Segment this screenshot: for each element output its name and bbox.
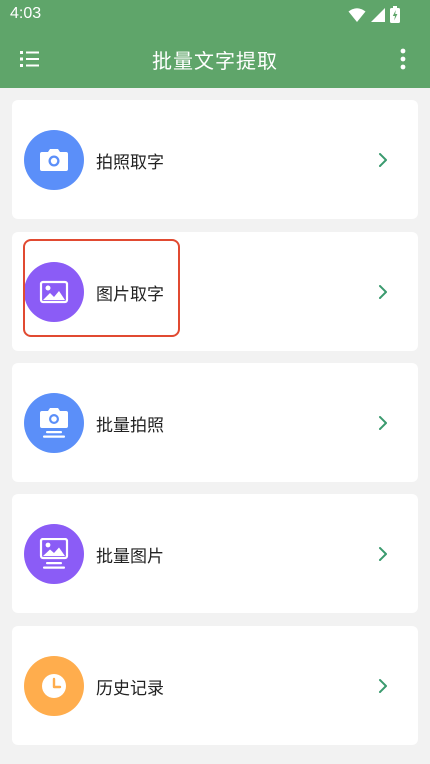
status-icons xyxy=(348,6,400,23)
battery-charging-icon xyxy=(390,6,400,23)
clock-icon xyxy=(24,656,84,716)
status-bar: 4:03 xyxy=(0,0,430,30)
batch-camera-icon xyxy=(24,393,84,453)
batch-image-icon xyxy=(24,524,84,584)
wifi-icon xyxy=(348,7,366,22)
menu-card-batch-image[interactable]: 批量图片 xyxy=(12,494,418,613)
menu-card-label: 拍照取字 xyxy=(96,153,164,173)
chevron-right-icon xyxy=(379,547,387,561)
menu-card-photo-ocr[interactable]: 拍照取字 xyxy=(12,100,418,219)
menu-card-history[interactable]: 历史记录 xyxy=(12,626,418,745)
chevron-right-icon xyxy=(379,679,387,693)
chevron-right-icon xyxy=(379,285,387,299)
app-bar: 批量文字提取 xyxy=(0,30,430,88)
more-vert-icon xyxy=(400,48,406,70)
chevron-right-icon xyxy=(379,416,387,430)
menu-card-batch-photo[interactable]: 批量拍照 xyxy=(12,363,418,482)
menu-card-label: 批量图片 xyxy=(96,547,164,567)
selection-highlight xyxy=(23,239,180,337)
camera-icon xyxy=(24,130,84,190)
menu-card-label: 批量拍照 xyxy=(96,416,164,436)
more-options-button[interactable] xyxy=(398,47,408,71)
chevron-right-icon xyxy=(379,153,387,167)
menu-card-label: 历史记录 xyxy=(96,679,164,699)
status-time: 4:03 xyxy=(10,5,42,22)
page-title: 批量文字提取 xyxy=(152,49,278,73)
signal-icon xyxy=(371,7,385,22)
